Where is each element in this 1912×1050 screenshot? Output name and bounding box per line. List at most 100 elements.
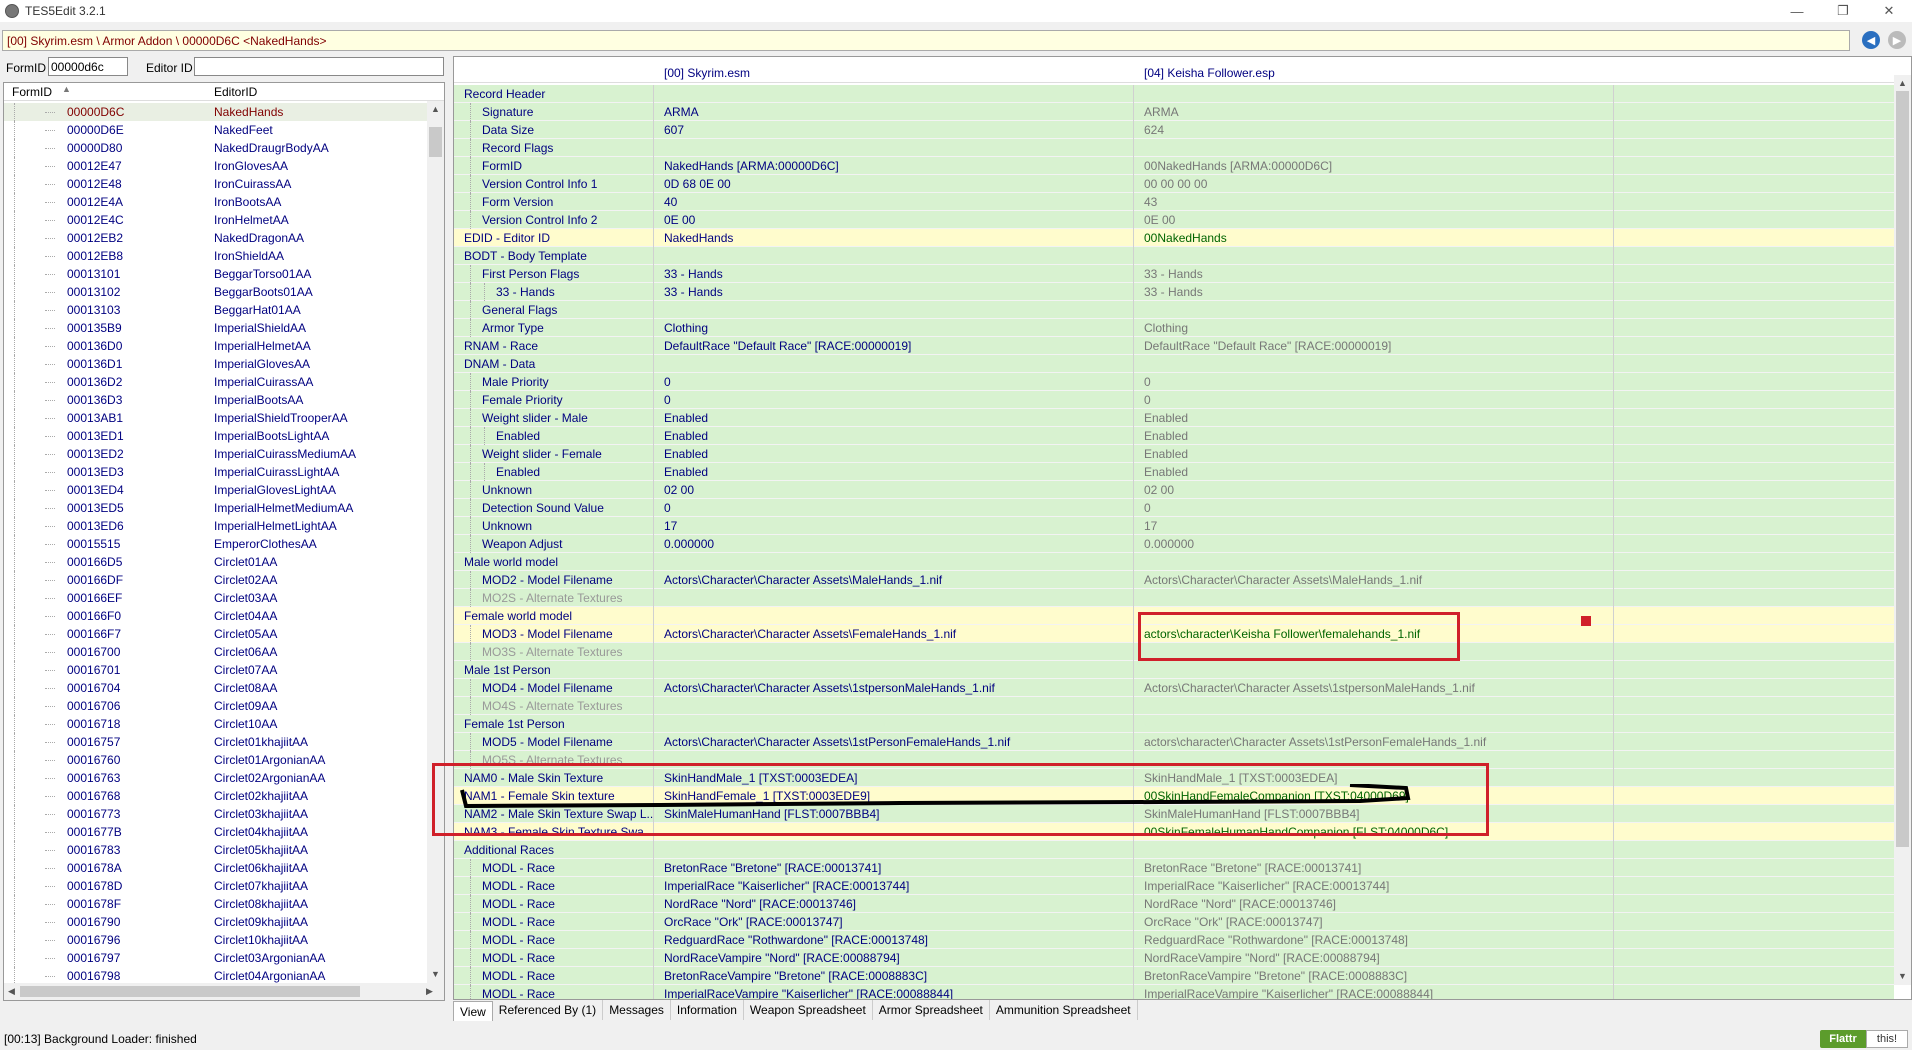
plugin-value-cell[interactable]: DefaultRace "Default Race" [RACE:0000001… [1134,337,1614,355]
tree-horizontal-scrollbar[interactable]: ◀ ▶ [4,983,444,1000]
skyrim-value-cell[interactable] [654,661,1134,679]
record-field-row[interactable]: Weapon Adjust 0.000000 0.000000 [454,535,1894,553]
record-field-row[interactable]: Version Control Info 1 0D 68 0E 00 00 00 0… [454,175,1894,193]
skyrim-value-cell[interactable]: RedguardRace "Rothwardone" [RACE:0001374… [654,931,1134,949]
skyrim-value-cell[interactable]: NakedHands [ARMA:00000D6C] [654,157,1134,175]
skyrim-value-cell[interactable]: NordRaceVampire "Nord" [RACE:00088794] [654,949,1134,967]
skyrim-value-cell[interactable]: 33 - Hands [654,283,1134,301]
plugin-value-cell[interactable]: 00 00 00 00 [1134,175,1614,193]
plugin-value-cell[interactable]: ARMA [1134,103,1614,121]
scroll-down-icon[interactable]: ▼ [431,969,440,979]
tree-row[interactable]: 00000D6E NakedFeet [4,121,428,139]
skyrim-value-cell[interactable]: 0 [654,373,1134,391]
tree-row[interactable]: 00013ED1 ImperialBootsLightAA [4,427,428,445]
tree-row[interactable]: 00012E4A IronBootsAA [4,193,428,211]
record-field-row[interactable]: MODL - Race OrcRace "Ork" [RACE:00013747]… [454,913,1894,931]
skyrim-value-cell[interactable]: NordRace "Nord" [RACE:00013746] [654,895,1134,913]
tree-row[interactable]: 00016768 Circlet02khajiitAA [4,787,428,805]
plugin-value-cell[interactable] [1134,661,1614,679]
tree-row[interactable]: 0001677B Circlet04khajiitAA [4,823,428,841]
tree-row[interactable]: 00013ED5 ImperialHelmetMediumAA [4,499,428,517]
tree-row[interactable]: 0001678A Circlet06khajiitAA [4,859,428,877]
skyrim-value-cell[interactable]: ImperialRaceVampire "Kaiserlicher" [RACE… [654,985,1134,999]
skyrim-value-cell[interactable]: BretonRace "Bretone" [RACE:00013741] [654,859,1134,877]
scroll-down-icon[interactable]: ▼ [1898,971,1907,981]
tree-row[interactable]: 00016790 Circlet09khajiitAA [4,913,428,931]
record-field-row[interactable]: BODT - Body Template [454,247,1894,265]
record-field-row[interactable]: Unknown 02 00 02 00 [454,481,1894,499]
tab-view[interactable]: View [453,1001,493,1021]
plugin-value-cell[interactable]: BretonRaceVampire "Bretone" [RACE:000888… [1134,967,1614,985]
record-field-row[interactable]: Record Header [454,85,1894,103]
column-header-editorid[interactable]: EditorID [214,85,257,99]
plugin-value-cell[interactable]: ImperialRaceVampire "Kaiserlicher" [RACE… [1134,985,1614,999]
record-field-row[interactable]: MO2S - Alternate Textures [454,589,1894,607]
tree-row[interactable]: 00000D80 NakedDraugrBodyAA [4,139,428,157]
tree-row[interactable]: 000166F0 Circlet04AA [4,607,428,625]
plugin-value-cell[interactable]: Enabled [1134,409,1614,427]
forward-arrow-icon[interactable]: ▶ [1888,31,1906,49]
skyrim-value-cell[interactable]: OrcRace "Ork" [RACE:00013747] [654,913,1134,931]
record-field-row[interactable]: Male world model [454,553,1894,571]
skyrim-value-cell[interactable]: Actors\Character\Character Assets\Female… [654,625,1134,643]
skyrim-value-cell[interactable] [654,697,1134,715]
tree-row[interactable]: 000166D5 Circlet01AA [4,553,428,571]
skyrim-value-cell[interactable] [654,607,1134,625]
tree-row[interactable]: 00013ED4 ImperialGlovesLightAA [4,481,428,499]
skyrim-value-cell[interactable]: ARMA [654,103,1134,121]
skyrim-value-cell[interactable]: BretonRaceVampire "Bretone" [RACE:000888… [654,967,1134,985]
skyrim-value-cell[interactable] [654,301,1134,319]
tree-row[interactable]: 00016700 Circlet06AA [4,643,428,661]
plugin-value-cell[interactable]: 0.000000 [1134,535,1614,553]
plugin-value-cell[interactable]: OrcRace "Ork" [RACE:00013747] [1134,913,1614,931]
plugin-value-cell[interactable]: 0 [1134,499,1614,517]
record-field-row[interactable]: MO4S - Alternate Textures [454,697,1894,715]
tree-row[interactable]: 000136D0 ImperialHelmetAA [4,337,428,355]
close-button[interactable]: ✕ [1866,0,1912,22]
scroll-left-icon[interactable]: ◀ [8,986,15,997]
plugin-value-cell[interactable]: Clothing [1134,319,1614,337]
skyrim-value-cell[interactable]: 40 [654,193,1134,211]
tree-row[interactable]: 0001678D Circlet07khajiitAA [4,877,428,895]
record-field-row[interactable]: Armor Type Clothing Clothing [454,319,1894,337]
skyrim-value-cell[interactable] [654,553,1134,571]
tree-row[interactable]: 00013ED6 ImperialHelmetLightAA [4,517,428,535]
tree-row[interactable]: 000136D1 ImperialGlovesAA [4,355,428,373]
record-field-row[interactable]: Enabled Enabled Enabled [454,463,1894,481]
plugin-value-cell[interactable] [1134,553,1614,571]
skyrim-value-cell[interactable]: 02 00 [654,481,1134,499]
tree-row[interactable]: 00012EB2 NakedDragonAA [4,229,428,247]
tree-row[interactable]: 000166F7 Circlet05AA [4,625,428,643]
record-field-row[interactable]: Form Version 40 43 [454,193,1894,211]
tree-row[interactable]: 000135B9 ImperialShieldAA [4,319,428,337]
record-field-row[interactable]: MODL - Race NordRaceVampire "Nord" [RACE:… [454,949,1894,967]
skyrim-value-cell[interactable] [654,715,1134,733]
tree-row[interactable]: 00016797 Circlet03ArgonianAA [4,949,428,967]
skyrim-value-cell[interactable]: Enabled [654,409,1134,427]
plugin-value-cell[interactable]: Actors\Character\Character Assets\MaleHa… [1134,571,1614,589]
skyrim-value-cell[interactable]: 0E 00 [654,211,1134,229]
skyrim-value-cell[interactable]: 0 [654,499,1134,517]
tree-row[interactable]: 000166DF Circlet02AA [4,571,428,589]
plugin-value-cell[interactable] [1134,715,1614,733]
skyrim-value-cell[interactable]: Enabled [654,427,1134,445]
back-arrow-icon[interactable]: ◀ [1862,31,1880,49]
tree-row[interactable]: 00013ED2 ImperialCuirassMediumAA [4,445,428,463]
skyrim-value-cell[interactable] [654,589,1134,607]
scroll-up-icon[interactable]: ▲ [1898,78,1907,88]
tree-row[interactable]: 000136D3 ImperialBootsAA [4,391,428,409]
tree-scroll-thumb[interactable] [429,127,442,157]
skyrim-value-cell[interactable]: NakedHands [654,229,1134,247]
record-field-row[interactable]: Weight slider - Male Enabled Enabled [454,409,1894,427]
plugin-value-cell[interactable]: actors\character\Character Assets\1stPer… [1134,733,1614,751]
record-field-row[interactable]: MOD2 - Model Filename Actors\Character\Ch… [454,571,1894,589]
tab-armor-spreadsheet[interactable]: Armor Spreadsheet [873,1000,990,1020]
tree-row[interactable]: 00016701 Circlet07AA [4,661,428,679]
record-field-row[interactable]: EDID - Editor ID NakedHands 00NakedHands [454,229,1894,247]
plugin-value-cell[interactable] [1134,697,1614,715]
record-field-row[interactable]: Enabled Enabled Enabled [454,427,1894,445]
tree-row[interactable]: 00012E47 IronGlovesAA [4,157,428,175]
plugin-value-cell[interactable] [1134,355,1614,373]
tab-weapon-spreadsheet[interactable]: Weapon Spreadsheet [744,1000,873,1020]
plugin-value-cell[interactable]: RedguardRace "Rothwardone" [RACE:0001374… [1134,931,1614,949]
